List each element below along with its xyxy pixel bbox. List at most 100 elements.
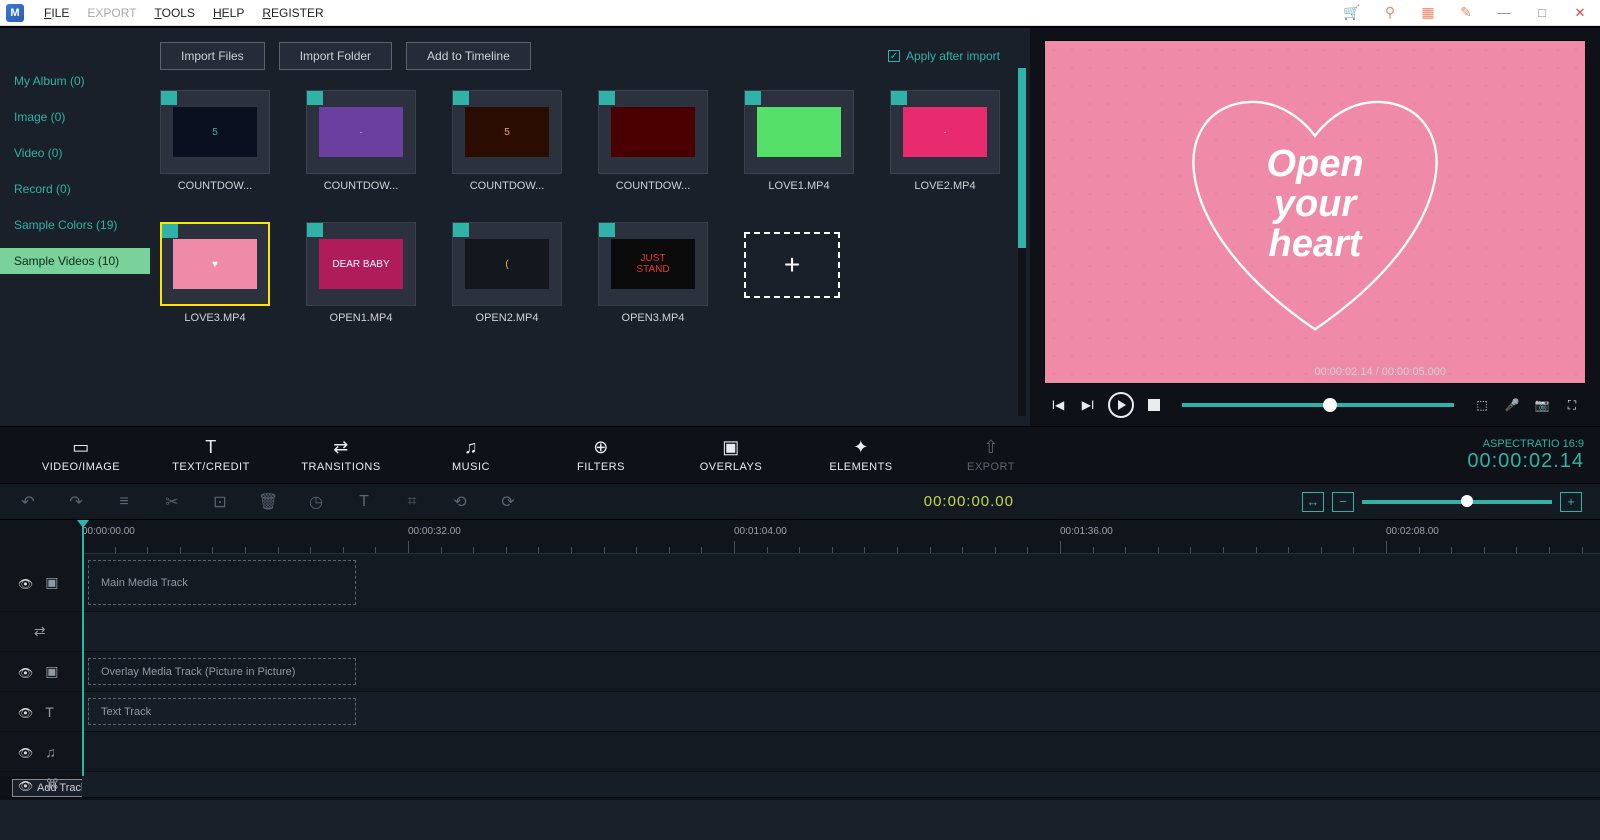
play-button[interactable] — [1108, 392, 1134, 418]
sidebar-item[interactable]: Image (0) — [0, 104, 150, 130]
redo-icon[interactable]: ↷ — [66, 492, 86, 512]
video-tag-icon — [453, 223, 469, 237]
module-tab[interactable]: ✦ ELEMENTS — [796, 437, 926, 473]
maximize-button[interactable]: □ — [1528, 3, 1556, 23]
text-track[interactable]: T Text Track — [0, 692, 1600, 732]
import-folder-button[interactable]: Import Folder — [279, 42, 392, 70]
menu-register[interactable]: REGISTER — [262, 6, 323, 20]
module-tab[interactable]: TTEXT/CREDIT — [146, 437, 276, 473]
text-tool-icon[interactable]: T — [354, 493, 374, 511]
sidebar-item[interactable]: Sample Colors (19) — [0, 212, 150, 238]
sidebar-item[interactable]: Sample Videos (10) — [0, 248, 150, 274]
main-media-track[interactable]: ▣ Main Media Track — [0, 554, 1600, 612]
menu-file[interactable]: FILE — [44, 6, 69, 20]
cut-icon[interactable]: ✂ — [162, 492, 182, 512]
tab-icon: ▭ — [72, 437, 90, 457]
menu-tools[interactable]: TOOLS — [154, 6, 194, 20]
zoom-slider[interactable] — [1362, 500, 1552, 504]
eye-icon[interactable] — [18, 777, 33, 793]
sidebar-item[interactable]: Record (0) — [0, 176, 150, 202]
import-files-button[interactable]: Import Files — [160, 42, 265, 70]
rotate-left-icon[interactable]: ⟲ — [450, 492, 470, 512]
overlay-track-icon: ▣ — [45, 663, 58, 680]
sidebar-item[interactable]: My Album (0) — [0, 68, 150, 94]
add-media-button[interactable]: + — [744, 232, 840, 298]
tab-icon: T — [205, 437, 217, 457]
settings-icon[interactable]: ≡ — [114, 493, 134, 511]
media-thumbnail[interactable]: COUNTDOW... — [598, 90, 708, 192]
cart-icon[interactable]: 🛒 — [1338, 3, 1366, 23]
tab-icon: ♫ — [464, 437, 478, 457]
layout-icon[interactable]: ▦ — [1414, 3, 1442, 23]
aspect-time-display: ASPECTRATIO 16:9 00:00:02.14 — [1467, 438, 1584, 473]
undo-icon[interactable]: ↶ — [18, 492, 38, 512]
eye-icon[interactable] — [18, 575, 33, 591]
media-thumbnail[interactable]: DEAR BABYOPEN1.MP4 — [306, 222, 416, 324]
preview-time: 00:00:02.14 / 00:00:05.000 — [1314, 366, 1446, 378]
eye-icon[interactable] — [18, 744, 33, 760]
media-thumbnail[interactable]: (OPEN2.MP4 — [452, 222, 562, 324]
preview-canvas: Open your heart — [1044, 40, 1586, 384]
key-icon[interactable]: ⚲ — [1376, 3, 1404, 23]
tab-label: FILTERS — [577, 461, 625, 473]
prev-frame-button[interactable]: I◀ — [1048, 395, 1068, 415]
transition-track[interactable]: .⇄ — [0, 612, 1600, 652]
snapshot-icon[interactable]: 📷 — [1532, 395, 1552, 415]
video-tag-icon — [745, 91, 761, 105]
video-tag-icon — [307, 91, 323, 105]
timeline-ruler[interactable]: 00:00:00.0000:00:32.0000:01:04.0000:01:3… — [82, 520, 1600, 554]
crop-icon[interactable]: ⊡ — [210, 492, 230, 512]
tab-label: ELEMENTS — [829, 461, 892, 473]
link-track-icon: ⌘ — [45, 776, 59, 793]
eye-icon[interactable] — [18, 664, 33, 680]
media-thumbnail[interactable]: ·COUNTDOW... — [306, 90, 416, 192]
media-thumbnail[interactable]: 5COUNTDOW... — [160, 90, 270, 192]
media-thumbnail[interactable]: LOVE1.MP4 — [744, 90, 854, 192]
module-tab[interactable]: ⇧EXPORT — [926, 437, 1056, 473]
sidebar-item[interactable]: Video (0) — [0, 140, 150, 166]
playhead[interactable] — [82, 520, 84, 776]
media-thumbnail[interactable]: ♥LOVE3.MP4 — [160, 222, 270, 324]
close-button[interactable]: ✕ — [1566, 3, 1594, 23]
next-frame-button[interactable]: ▶I — [1078, 395, 1098, 415]
music-track-icon: ♫ — [45, 744, 56, 760]
media-thumbnail[interactable]: ·LOVE2.MP4 — [890, 90, 1000, 192]
eye-icon[interactable] — [18, 704, 33, 720]
media-scrollbar[interactable] — [1018, 68, 1026, 416]
media-thumbnail[interactable]: JUST STANDOPEN3.MP4 — [598, 222, 708, 324]
thumbnail-label: OPEN3.MP4 — [598, 312, 708, 324]
tab-icon: ✦ — [853, 437, 869, 457]
minimize-button[interactable]: — — [1490, 3, 1518, 23]
fullscreen-icon[interactable]: ⛶ — [1562, 395, 1582, 415]
crop2-icon[interactable]: ⌗ — [402, 493, 422, 511]
apply-after-import-checkbox[interactable]: ✓ Apply after import — [888, 49, 1000, 63]
thumbnail-label: OPEN1.MP4 — [306, 312, 416, 324]
marker-icon[interactable]: ⬚ — [1472, 395, 1492, 415]
overlay-track-placeholder: Overlay Media Track (Picture in Picture) — [88, 658, 356, 685]
speed-icon[interactable]: ◷ — [306, 492, 326, 512]
delete-icon[interactable]: 🗑 — [258, 492, 278, 512]
ruler-mark: 00:00:00.00 — [82, 526, 135, 537]
add-to-timeline-button[interactable]: Add to Timeline — [406, 42, 531, 70]
timeline: 00:00:00.0000:00:32.0000:01:04.0000:01:3… — [0, 520, 1600, 776]
module-tab[interactable]: ♫MUSIC — [406, 437, 536, 473]
zoom-out-button[interactable]: − — [1332, 492, 1354, 512]
menu-export[interactable]: EXPORT — [87, 6, 136, 20]
module-tab[interactable]: ⊕FILTERS — [536, 437, 666, 473]
module-tab[interactable]: ⇄TRANSITIONS — [276, 437, 406, 473]
overlay-media-track[interactable]: ▣ Overlay Media Track (Picture in Pictur… — [0, 652, 1600, 692]
menu-help[interactable]: HELP — [213, 6, 244, 20]
mic-icon[interactable]: 🎤 — [1502, 395, 1522, 415]
media-thumbnail[interactable]: 5COUNTDOW... — [452, 90, 562, 192]
rotate-right-icon[interactable]: ⟳ — [498, 492, 518, 512]
zoom-in-button[interactable]: + — [1560, 492, 1582, 512]
link-track[interactable]: ⌘ — [0, 772, 1600, 798]
preview-text: Open your heart — [1266, 145, 1363, 265]
zoom-fit-button[interactable]: ↔ — [1302, 492, 1324, 512]
edit-icon[interactable]: ✎ — [1452, 3, 1480, 23]
preview-seek-slider[interactable] — [1182, 403, 1454, 407]
module-tab[interactable]: ▣OVERLAYS — [666, 437, 796, 473]
stop-button[interactable] — [1144, 395, 1164, 415]
music-track[interactable]: ♫ — [0, 732, 1600, 772]
module-tab[interactable]: ▭VIDEO/IMAGE — [16, 437, 146, 473]
